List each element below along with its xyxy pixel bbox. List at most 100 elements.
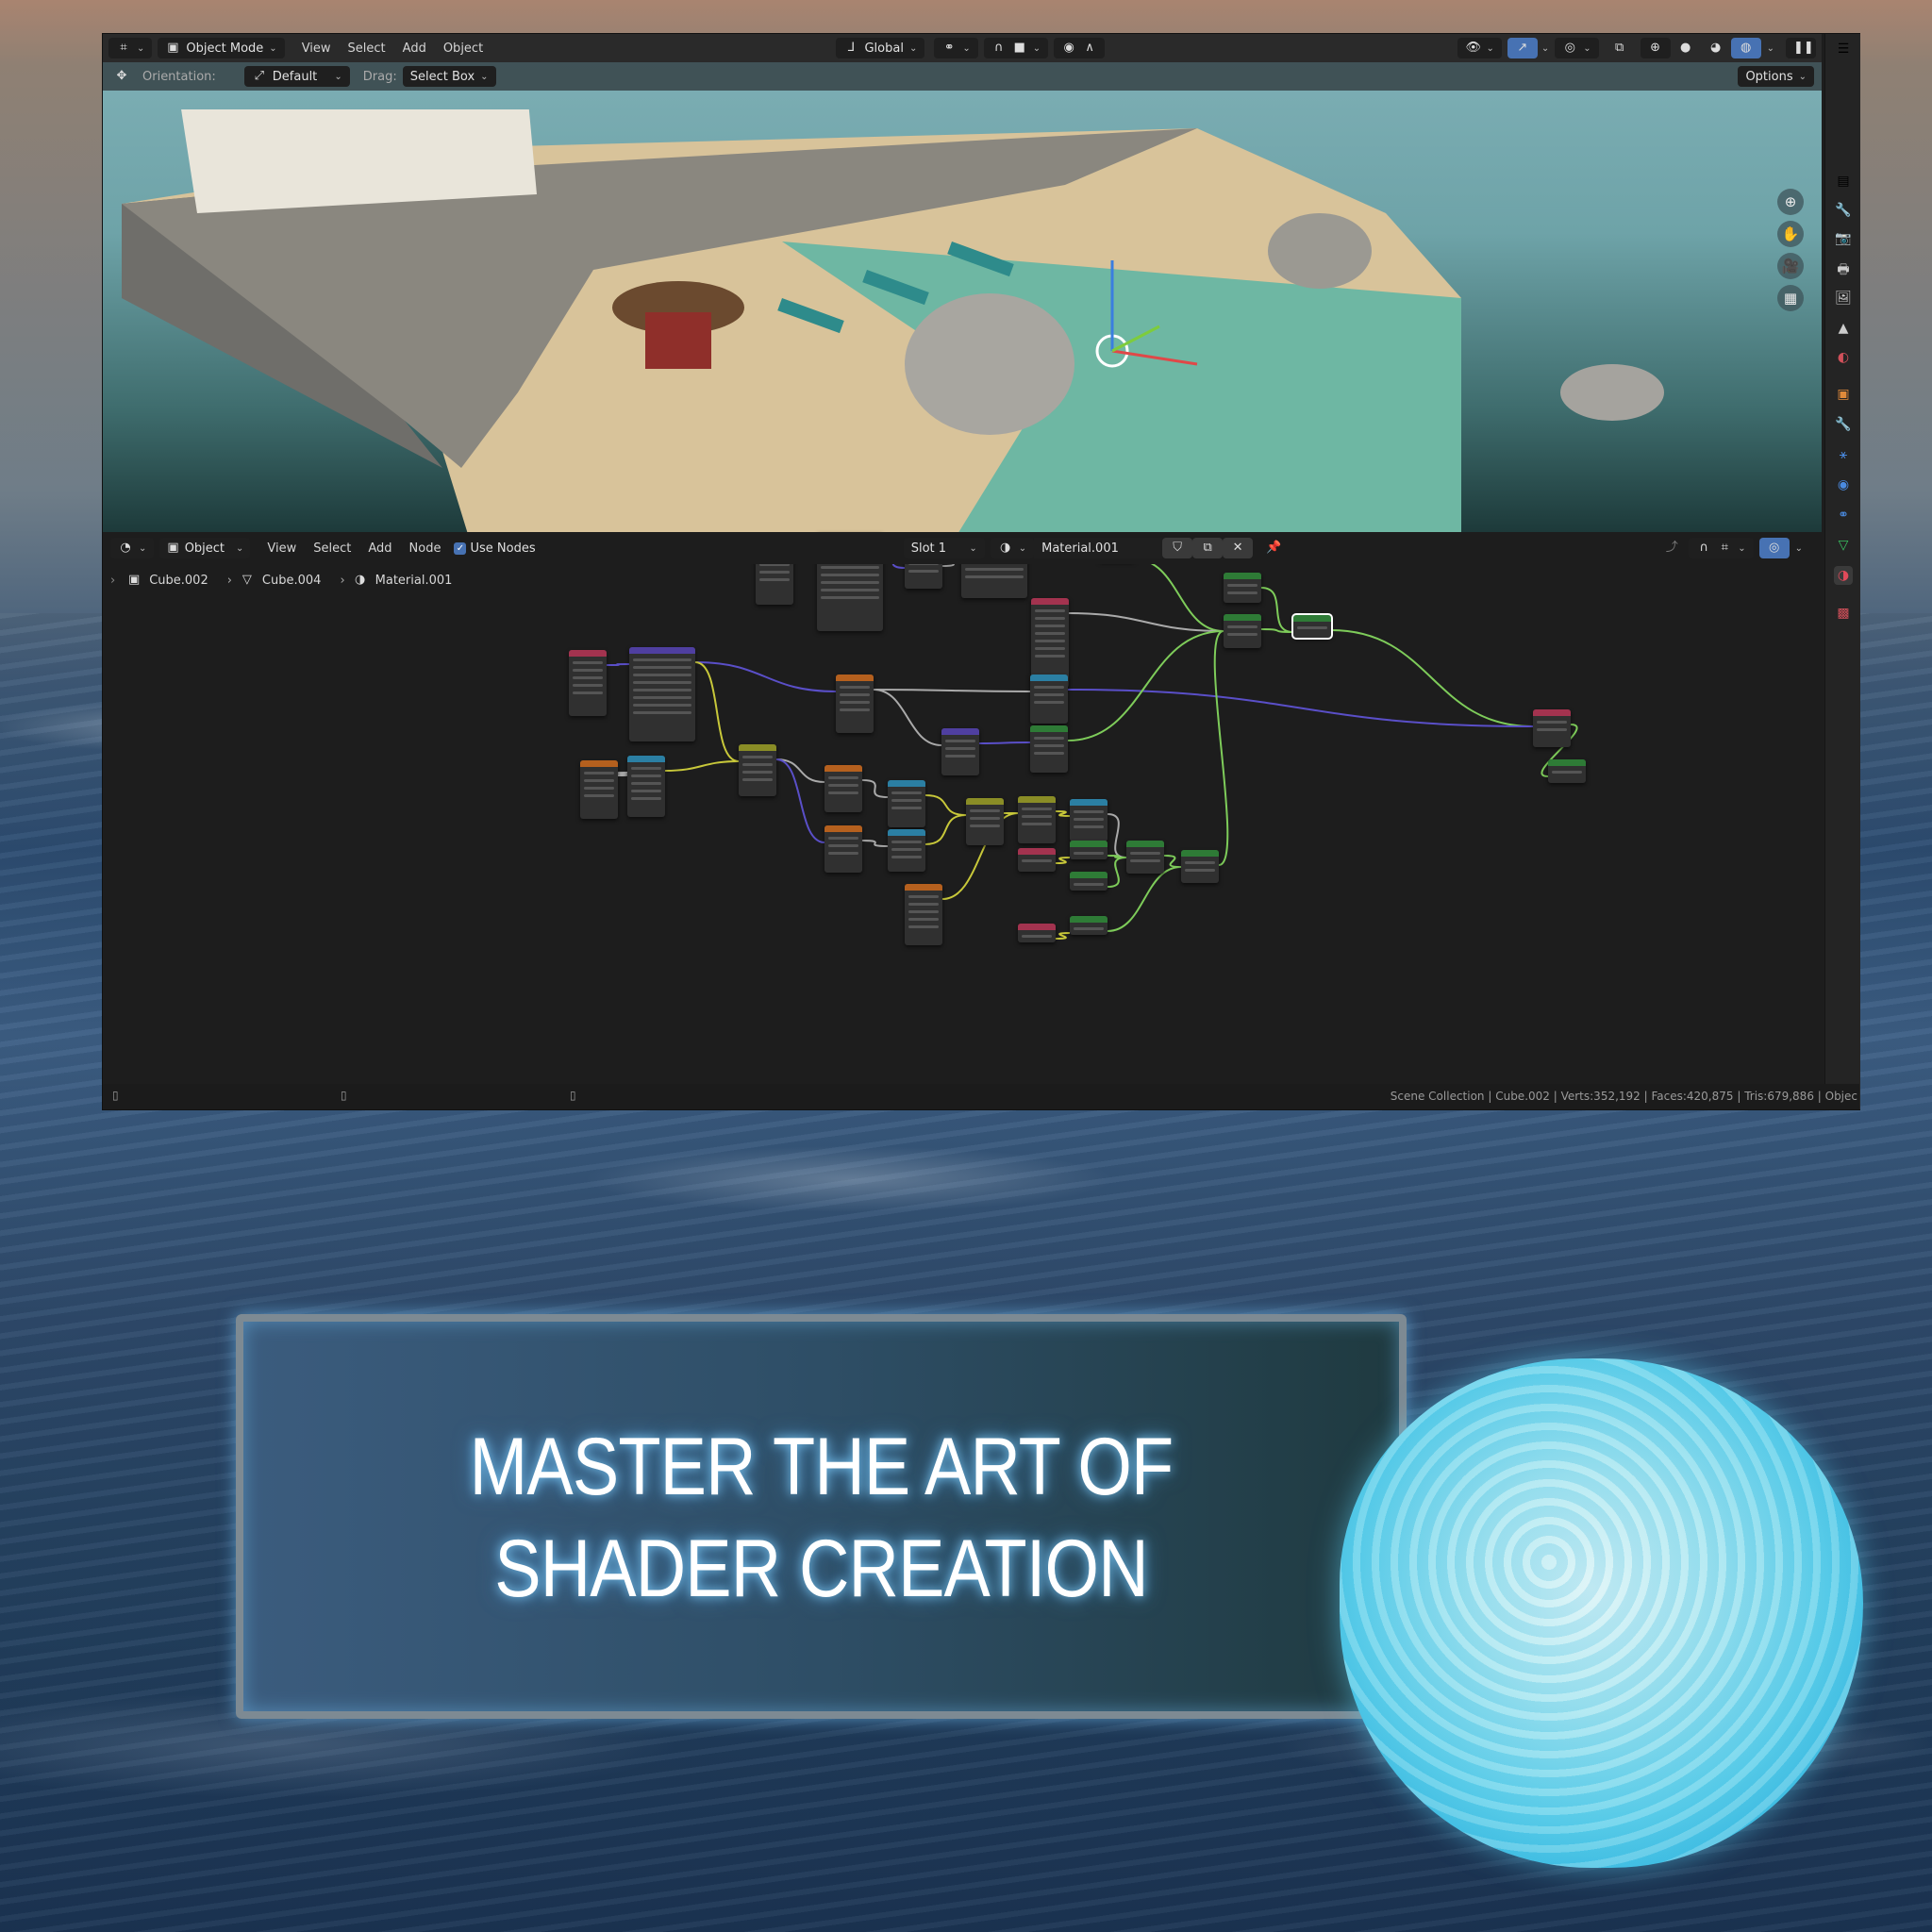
fake-user-button[interactable]: ⛉ — [1162, 538, 1193, 558]
shader-node[interactable] — [1030, 675, 1068, 724]
snap-toggle[interactable]: ∩ ■ ⌄ — [983, 38, 1049, 58]
world-icon[interactable]: ◐ — [1834, 348, 1853, 367]
scene-icon[interactable]: ▲ — [1834, 319, 1853, 338]
unlink-material-button[interactable]: ✕ — [1223, 538, 1254, 558]
shader-node[interactable] — [824, 825, 862, 873]
material-name-field[interactable]: Material.001 — [1034, 538, 1163, 558]
shader-node[interactable] — [888, 829, 925, 872]
shader-node[interactable] — [1291, 613, 1333, 640]
shader-node[interactable] — [1224, 573, 1261, 603]
visibility-dropdown[interactable]: 👁 ⌄ — [1457, 38, 1502, 58]
gizmo-toggle[interactable]: ↗ — [1507, 38, 1538, 58]
shader-node[interactable] — [1224, 614, 1261, 648]
mode-dropdown[interactable]: ▣ Object Mode ⌄ — [158, 38, 285, 58]
constraints-icon[interactable]: ⚭ — [1834, 506, 1853, 525]
navigation-gizmo[interactable]: Z Y X — [1820, 124, 1822, 227]
view-layer-icon[interactable]: 🖼 — [1834, 289, 1853, 308]
shading-dropdown-chevron[interactable]: ⌄ — [1767, 43, 1774, 54]
node-socket-row — [970, 817, 1000, 820]
mesh-data-icon[interactable]: ▽ — [1834, 536, 1853, 555]
menu-add[interactable]: Add — [403, 42, 426, 56]
shader-editor[interactable]: ◔ ⌄ ▣ Object ⌄ View Select Add Node ✓ Use N… — [103, 532, 1822, 1084]
use-nodes-checkbox[interactable]: ✓ Use Nodes — [454, 541, 536, 556]
shader-node[interactable] — [1181, 850, 1219, 883]
browse-material-button[interactable]: ◑ ⌄ — [990, 538, 1035, 558]
shader-node[interactable] — [627, 756, 665, 817]
blender-window: Z Y X ⊕ ✋ 🎥 ▦ ⌗ ⌄ ▣ Object Mode ⌄ View Sele… — [102, 33, 1860, 1110]
breadcrumb-material[interactable]: Material.001 — [375, 574, 453, 588]
shader-node[interactable] — [580, 760, 618, 819]
shader-node[interactable] — [1030, 725, 1068, 773]
shader-node[interactable] — [966, 798, 1004, 845]
shading-rendered[interactable]: ◍ — [1730, 38, 1761, 58]
editor-type-button[interactable]: ⌗ ⌄ — [108, 38, 153, 58]
shader-node[interactable] — [629, 647, 695, 741]
orientation-dropdown[interactable]: ⤢ Default ⌄ — [243, 66, 350, 87]
menu-select[interactable]: Select — [313, 541, 351, 556]
pin-button[interactable]: 📌 — [1258, 538, 1289, 558]
shader-node[interactable] — [1070, 841, 1108, 859]
proportional-edit-toggle[interactable]: ◉ ∧ — [1054, 38, 1106, 58]
object-type-dropdown[interactable]: ▣ Object ⌄ — [159, 538, 251, 558]
menu-object[interactable]: Object — [443, 42, 483, 56]
shader-node[interactable] — [1126, 841, 1164, 874]
parent-node-tree-button[interactable]: ⤴ — [1657, 538, 1687, 558]
ortho-grid-icon[interactable]: ▦ — [1777, 285, 1804, 311]
3d-viewport-icon: ⌗ — [120, 41, 127, 55]
shader-node[interactable] — [1548, 759, 1586, 783]
options-dropdown[interactable]: Options ⌄ — [1738, 66, 1814, 87]
shader-node[interactable] — [836, 675, 874, 733]
editor-type-button[interactable]: ◔ ⌄ — [110, 538, 155, 558]
shader-node[interactable] — [569, 650, 607, 716]
texture-checker-icon[interactable]: ▩ — [1834, 604, 1853, 623]
modifier-wrench-icon[interactable]: 🔧 — [1834, 415, 1853, 434]
shader-node[interactable] — [1018, 924, 1056, 942]
pivot-dropdown[interactable]: ⚭ ⌄ — [934, 38, 978, 58]
properties-editor-icon[interactable]: ▤ — [1834, 172, 1853, 191]
node-graph[interactable] — [103, 532, 1822, 1084]
slot-dropdown[interactable]: Slot 1 ⌄ — [903, 538, 985, 558]
physics-icon[interactable]: ◉ — [1834, 475, 1853, 494]
toggle-sidebar-button[interactable]: ❚❚ — [1786, 38, 1817, 58]
object-properties-icon[interactable]: ▣ — [1834, 385, 1853, 404]
shader-node[interactable] — [824, 765, 862, 812]
menu-view[interactable]: View — [267, 541, 296, 556]
shader-node[interactable] — [1070, 799, 1108, 841]
pan-hand-icon[interactable]: ✋ — [1777, 221, 1804, 247]
shader-node[interactable] — [1018, 796, 1056, 843]
zoom-icon[interactable]: ⊕ — [1777, 189, 1804, 215]
overlay-toggle[interactable]: ◎ ⌄ — [1555, 38, 1599, 58]
output-icon[interactable]: 🖶 — [1834, 260, 1853, 279]
shader-node[interactable] — [888, 780, 925, 827]
shading-material[interactable]: ◕ — [1701, 38, 1731, 58]
camera-view-icon[interactable]: 🎥 — [1777, 253, 1804, 279]
shader-node[interactable] — [739, 744, 776, 796]
outliner-icon[interactable]: ☰ — [1834, 40, 1853, 58]
material-tab-icon[interactable]: ◑ — [1834, 566, 1853, 585]
breadcrumb-object[interactable]: Cube.002 — [149, 574, 208, 588]
snap-node-toggle[interactable]: ∩ ⌗ ⌄ — [1689, 538, 1754, 558]
shading-solid[interactable]: ● — [1671, 38, 1701, 58]
menu-add[interactable]: Add — [368, 541, 391, 556]
node-socket-row — [828, 837, 858, 840]
shader-node[interactable] — [1018, 848, 1056, 872]
xray-toggle[interactable]: ⧉ — [1605, 38, 1635, 58]
menu-view[interactable]: View — [302, 42, 331, 56]
drag-dropdown[interactable]: Select Box ⌄ — [402, 66, 496, 87]
transform-orientation-dropdown[interactable]: ⅃ Global ⌄ — [836, 38, 925, 58]
shader-node[interactable] — [1533, 709, 1571, 747]
shader-node[interactable] — [941, 728, 979, 775]
duplicate-material-button[interactable]: ⧉ — [1192, 538, 1224, 558]
overlay-node-toggle[interactable]: ◎ — [1758, 538, 1790, 558]
shading-wireframe[interactable]: ⊕ — [1640, 38, 1671, 58]
menu-node[interactable]: Node — [409, 541, 441, 556]
shader-node[interactable] — [905, 884, 942, 945]
shader-node[interactable] — [1070, 916, 1108, 935]
render-icon[interactable]: 📷 — [1834, 229, 1853, 248]
shader-node[interactable] — [1070, 872, 1108, 891]
menu-select[interactable]: Select — [348, 42, 386, 56]
breadcrumb-mesh[interactable]: Cube.004 — [262, 574, 322, 588]
tool-icon[interactable]: 🔧 — [1834, 201, 1853, 220]
particles-icon[interactable]: ⚹ — [1834, 445, 1853, 464]
3d-viewport[interactable]: Z Y X ⊕ ✋ 🎥 ▦ — [103, 34, 1822, 532]
